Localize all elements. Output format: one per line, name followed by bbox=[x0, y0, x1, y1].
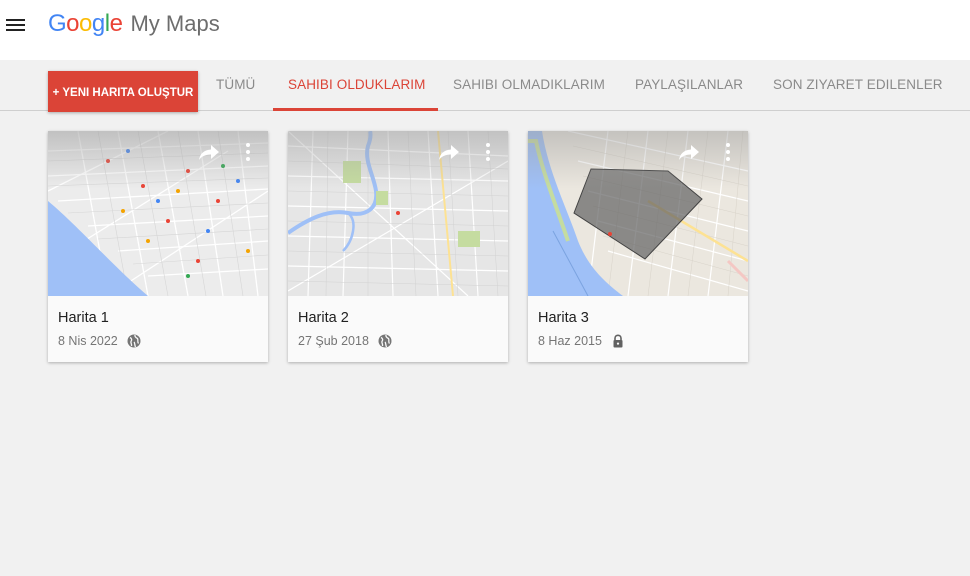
share-icon[interactable] bbox=[438, 143, 460, 161]
tab-not-owned-by-me[interactable]: SAHIBI OLMADIKLARIM bbox=[453, 77, 605, 92]
map-thumbnail bbox=[288, 131, 508, 296]
app-logo: Google My Maps bbox=[48, 10, 220, 42]
map-title: Harita 1 bbox=[58, 310, 109, 326]
map-card[interactable]: Harita 3 8 Haz 2015 bbox=[528, 131, 748, 362]
more-options-icon[interactable] bbox=[724, 141, 732, 163]
tab-recently-visited[interactable]: SON ZIYARET EDILENLER bbox=[773, 77, 943, 92]
map-card[interactable]: Harita 1 8 Nis 2022 bbox=[48, 131, 268, 362]
more-options-icon[interactable] bbox=[484, 141, 492, 163]
map-date: 8 Nis 2022 bbox=[58, 334, 118, 348]
map-meta: 27 Şub 2018 bbox=[298, 334, 392, 348]
globe-icon bbox=[127, 334, 141, 348]
lock-icon bbox=[613, 334, 623, 348]
active-tab-indicator bbox=[273, 108, 438, 111]
more-options-icon[interactable] bbox=[244, 141, 252, 163]
map-title: Harita 3 bbox=[538, 310, 589, 326]
google-wordmark: Google bbox=[48, 10, 123, 37]
create-new-map-button[interactable]: + YENI HARITA OLUŞTUR bbox=[48, 71, 198, 112]
map-thumbnail bbox=[48, 131, 268, 296]
tab-shared[interactable]: PAYLAŞILANLAR bbox=[635, 77, 743, 92]
share-icon[interactable] bbox=[198, 143, 220, 161]
map-date: 8 Haz 2015 bbox=[538, 334, 602, 348]
map-meta: 8 Haz 2015 bbox=[538, 334, 625, 348]
share-icon[interactable] bbox=[678, 143, 700, 161]
product-name: My Maps bbox=[130, 11, 220, 36]
map-title: Harita 2 bbox=[298, 310, 349, 326]
map-thumbnail bbox=[528, 131, 748, 296]
map-card[interactable]: Harita 2 27 Şub 2018 bbox=[288, 131, 508, 362]
tab-all[interactable]: TÜMÜ bbox=[216, 77, 255, 92]
tab-owned-by-me[interactable]: SAHIBI OLDUKLARIM bbox=[288, 77, 425, 92]
hamburger-menu-icon[interactable] bbox=[6, 15, 26, 35]
map-date: 27 Şub 2018 bbox=[298, 334, 369, 348]
filter-tab-bar: + YENI HARITA OLUŞTUR TÜMÜ SAHIBI OLDUKL… bbox=[0, 60, 970, 112]
map-meta: 8 Nis 2022 bbox=[58, 334, 141, 348]
globe-icon bbox=[378, 334, 392, 348]
app-header: Google My Maps bbox=[0, 0, 970, 60]
